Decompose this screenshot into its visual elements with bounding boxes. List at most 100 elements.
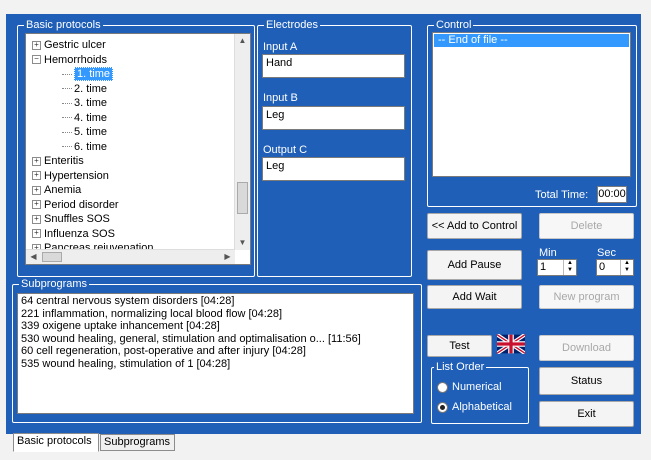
list-item[interactable]: 530 wound healing, general, stimulation … bbox=[21, 333, 410, 346]
expand-icon[interactable]: + bbox=[32, 200, 41, 210]
spin-up-icon[interactable]: ▲ bbox=[564, 260, 576, 267]
tree-item[interactable]: + Snuffles SOS bbox=[32, 212, 250, 227]
tree-item[interactable]: + Anemia bbox=[32, 183, 250, 198]
status-button[interactable]: Status bbox=[539, 367, 634, 395]
tree-item-label: 4. time bbox=[74, 111, 108, 124]
scroll-thumb[interactable] bbox=[237, 182, 248, 214]
scroll-down-icon[interactable]: ▼ bbox=[235, 236, 250, 250]
tree-item-label: Hypertension bbox=[44, 169, 109, 182]
tree-item[interactable]: + Gestric ulcer bbox=[32, 38, 250, 53]
output-c-label: Output C bbox=[263, 144, 308, 156]
list-item[interactable]: 535 wound healing, stimulation of 1 [04:… bbox=[21, 358, 410, 371]
tree-item-label: Gestric ulcer bbox=[44, 39, 106, 51]
tab-basic-protocols[interactable]: Basic protocols bbox=[13, 433, 99, 452]
expand-icon[interactable]: + bbox=[32, 185, 41, 195]
tree-connector bbox=[62, 146, 72, 148]
tree-item-label: 3. time bbox=[74, 97, 108, 109]
tree-item-label: 5. time bbox=[74, 126, 108, 138]
radio-alphabetical-label: Alphabetical bbox=[452, 401, 512, 413]
spin-down-icon[interactable]: ▼ bbox=[564, 267, 576, 274]
tree-connector bbox=[62, 73, 72, 75]
subprograms-list[interactable]: 64 central nervous system disorders [04:… bbox=[17, 293, 414, 414]
input-a-field[interactable]: Hand bbox=[262, 54, 405, 78]
list-item[interactable]: 339 oxigene uptake inhancement [04:28] bbox=[21, 320, 410, 333]
min-value: 1 bbox=[540, 261, 547, 273]
input-a-label: Input A bbox=[263, 41, 298, 53]
tree-item[interactable]: + Influenza SOS bbox=[32, 227, 250, 242]
sec-label: Sec bbox=[597, 247, 616, 259]
exit-button[interactable]: Exit bbox=[539, 401, 634, 427]
min-spinner[interactable]: 1 ▲ ▼ bbox=[537, 259, 577, 276]
radio-alphabetical-button[interactable] bbox=[437, 401, 448, 413]
expand-icon[interactable]: + bbox=[32, 40, 41, 50]
tree-item-label: 1. time bbox=[74, 67, 114, 81]
total-time-value: 00:00 bbox=[597, 186, 627, 203]
download-button[interactable]: Download bbox=[539, 335, 634, 361]
expand-icon[interactable]: + bbox=[32, 214, 41, 224]
control-list[interactable]: -- End of file -- bbox=[432, 32, 631, 177]
list-item[interactable]: 64 central nervous system disorders [04:… bbox=[21, 295, 410, 308]
tree-horizontal-scrollbar[interactable]: ◀ ▶ bbox=[26, 249, 235, 264]
tree-item[interactable]: + Period disorder bbox=[32, 198, 250, 213]
delete-button[interactable]: Delete bbox=[539, 213, 634, 239]
scroll-right-icon[interactable]: ▶ bbox=[220, 250, 235, 264]
subprograms-legend: Subprograms bbox=[19, 278, 90, 290]
add-wait-button[interactable]: Add Wait bbox=[427, 285, 522, 309]
min-label: Min bbox=[539, 247, 557, 259]
list-order-legend: List Order bbox=[434, 361, 487, 373]
control-list-item[interactable]: -- End of file -- bbox=[434, 34, 629, 47]
add-to-control-button[interactable]: << Add to Control bbox=[427, 213, 522, 239]
tree-item-label: Influenza SOS bbox=[44, 227, 115, 240]
tree-item-label: Hemorrhoids bbox=[44, 53, 107, 66]
expand-icon[interactable]: + bbox=[32, 171, 41, 181]
radio-alphabetical[interactable]: Alphabetical bbox=[437, 401, 512, 413]
output-c-field[interactable]: Leg bbox=[262, 157, 405, 181]
tree-item-label: Enteritis bbox=[44, 155, 84, 167]
tree-child-item[interactable]: 4. time bbox=[32, 111, 250, 126]
list-item[interactable]: 60 cell regeneration, post-operative and… bbox=[21, 345, 410, 358]
tree-connector bbox=[62, 102, 72, 104]
sec-spin-buttons[interactable]: ▲ ▼ bbox=[620, 260, 633, 275]
tab-subprograms[interactable]: Subprograms bbox=[100, 434, 175, 451]
sec-spinner[interactable]: 0 ▲ ▼ bbox=[596, 259, 634, 276]
test-button[interactable]: Test bbox=[427, 335, 492, 357]
tree-item-label: Anemia bbox=[44, 184, 82, 196]
list-order-group: List Order bbox=[431, 361, 529, 424]
collapse-icon[interactable]: − bbox=[32, 55, 41, 65]
tree-item[interactable]: + Hypertension bbox=[32, 169, 250, 184]
tree-item-label: Period disorder bbox=[44, 198, 119, 211]
tree-child-item[interactable]: 1. time bbox=[32, 67, 250, 82]
tree-vertical-scrollbar[interactable]: ▲ ▼ bbox=[234, 34, 250, 250]
uk-flag-icon[interactable] bbox=[495, 333, 527, 355]
hscroll-thumb[interactable] bbox=[42, 252, 62, 262]
electrodes-legend: Electrodes bbox=[264, 19, 320, 31]
protocol-tree[interactable]: + Gestric ulcer − Hemorrhoids 1. time 2. time… bbox=[25, 33, 251, 265]
tree-connector bbox=[62, 131, 72, 133]
tree-item[interactable]: + Enteritis bbox=[32, 154, 250, 169]
expand-icon[interactable]: + bbox=[32, 156, 41, 166]
tree-child-item[interactable]: 3. time bbox=[32, 96, 250, 111]
tree-connector bbox=[62, 88, 72, 90]
tree-connector bbox=[62, 117, 72, 119]
control-legend: Control bbox=[434, 19, 474, 31]
tree-item-label: 6. time bbox=[74, 140, 108, 153]
tree-item-label: 2. time bbox=[74, 82, 108, 95]
min-spin-buttons[interactable]: ▲ ▼ bbox=[563, 260, 576, 275]
spin-down-icon[interactable]: ▼ bbox=[621, 267, 633, 274]
add-pause-button[interactable]: Add Pause bbox=[427, 250, 522, 280]
new-program-button[interactable]: New program bbox=[539, 285, 634, 309]
radio-numerical-button[interactable] bbox=[437, 381, 448, 393]
scroll-up-icon[interactable]: ▲ bbox=[235, 34, 250, 48]
scroll-left-icon[interactable]: ◀ bbox=[26, 250, 41, 264]
tree-item-label: Snuffles SOS bbox=[44, 213, 110, 225]
tree-child-item[interactable]: 6. time bbox=[32, 140, 250, 155]
input-b-field[interactable]: Leg bbox=[262, 106, 405, 130]
tree-child-item[interactable]: 5. time bbox=[32, 125, 250, 140]
radio-numerical[interactable]: Numerical bbox=[437, 381, 502, 393]
expand-icon[interactable]: + bbox=[32, 229, 41, 239]
list-item[interactable]: 221 inflammation, normalizing local bloo… bbox=[21, 308, 410, 321]
tree-child-item[interactable]: 2. time bbox=[32, 82, 250, 97]
total-time-label: Total Time: bbox=[535, 189, 589, 201]
tree-item[interactable]: − Hemorrhoids bbox=[32, 53, 250, 68]
spin-up-icon[interactable]: ▲ bbox=[621, 260, 633, 267]
